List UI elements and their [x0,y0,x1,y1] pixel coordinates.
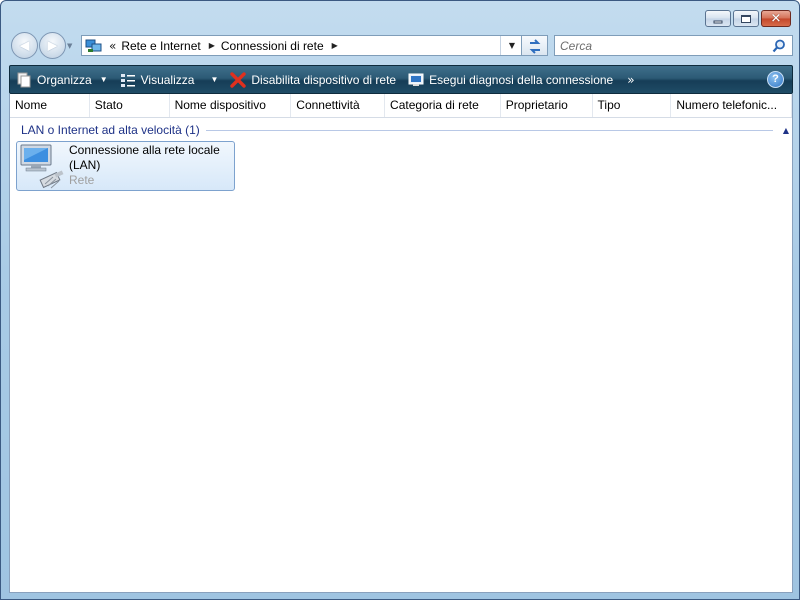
network-connection-icon [17,142,69,190]
search-icon[interactable] [772,39,786,53]
address-history-dropdown[interactable]: ▼ [509,41,515,50]
column-headers: Nome Stato Nome dispositivo Connettività… [10,94,792,118]
disable-device-button[interactable]: Disabilita dispositivo di rete [224,66,402,93]
disable-x-icon [230,71,247,88]
list-item[interactable]: Connessione alla rete locale (LAN) Rete [16,141,235,191]
search-box[interactable] [554,35,793,56]
forward-arrow-icon: ▶ [47,38,58,53]
disable-device-label: Disabilita dispositivo di rete [251,72,397,87]
forward-button[interactable]: ▶ [39,32,66,59]
network-folder-icon [85,38,103,54]
organize-menu[interactable]: Organizza ▼ [10,66,114,93]
caption-buttons: ✕ [705,10,791,27]
recent-pages-dropdown[interactable]: ▼ [67,42,72,50]
breadcrumb-overflow[interactable]: « [109,39,116,53]
breadcrumb-arrow-icon[interactable]: ▶ [209,41,215,50]
breadcrumb-arrow-icon[interactable]: ▶ [332,41,338,50]
command-bar: Organizza ▼ Visualizza ▼ Disabilita disp… [9,65,793,94]
group-header[interactable]: LAN o Internet ad alta velocità (1) ▲ [21,122,789,138]
address-bar[interactable]: « Rete e Internet ▶ Connessioni di rete … [81,35,522,56]
dropdown-arrow-icon: ▼ [210,75,219,84]
address-divider [500,36,501,55]
search-input[interactable] [560,36,770,55]
more-commands-icon[interactable]: » [627,73,634,87]
breadcrumb-network-internet[interactable]: Rete e Internet [121,39,200,53]
diagnose-button[interactable]: Esegui diagnosi della connessione [402,66,619,93]
maximize-button[interactable] [733,10,759,27]
minimize-button[interactable] [705,10,731,27]
organize-icon [16,72,32,88]
dropdown-arrow-icon: ▼ [99,75,108,84]
back-button[interactable]: ◀ [11,32,38,59]
explorer-window: ✕ ◀ ▶ ▼ « Rete e Internet ▶ Connessioni … [0,0,800,600]
connection-status: Rete [69,173,95,187]
connection-name: Connessione alla rete locale (LAN) [69,143,220,172]
views-icon [120,72,136,88]
maximize-icon [741,14,751,23]
close-icon: ✕ [770,11,782,26]
organize-label: Organizza [37,72,92,87]
back-arrow-icon: ◀ [19,38,30,53]
collapse-group-icon[interactable]: ▲ [783,126,789,135]
diagnose-label: Esegui diagnosi della connessione [429,72,614,87]
column-connectivity[interactable]: Connettività [291,94,386,117]
column-device-name[interactable]: Nome dispositivo [170,94,292,117]
column-owner[interactable]: Proprietario [501,94,593,117]
refresh-button[interactable] [522,35,548,56]
views-menu[interactable]: Visualizza ▼ [114,66,225,93]
close-button[interactable]: ✕ [761,10,791,27]
column-type[interactable]: Tipo [593,94,672,117]
column-network-category[interactable]: Categoria di rete [385,94,501,117]
minimize-icon [713,20,723,23]
breadcrumb-network-connections[interactable]: Connessioni di rete [221,39,324,53]
refresh-icon [529,39,541,54]
help-icon[interactable]: ? [767,71,784,88]
views-label: Visualizza [140,72,195,87]
diagnose-icon [408,72,424,88]
group-title: LAN o Internet ad alta velocità (1) [21,123,200,137]
file-list: Nome Stato Nome dispositivo Connettività… [9,94,793,593]
column-status[interactable]: Stato [90,94,170,117]
column-phone-number[interactable]: Numero telefonic... [671,94,792,117]
group-divider [205,129,773,131]
column-name[interactable]: Nome [10,94,90,117]
